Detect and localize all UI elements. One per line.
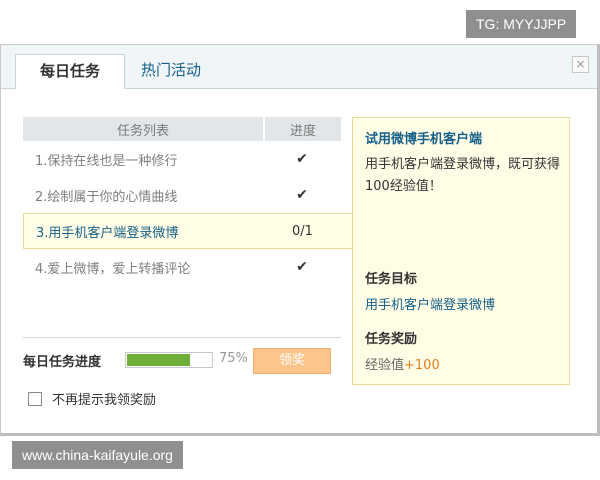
reward-line: 经验值+100: [365, 354, 440, 373]
check-icon: ✔: [296, 151, 308, 167]
daily-task-dialog: 每日任务 热门活动 × 任务列表 进度 1.保持在线也是一种修行 ✔ 2.绘制属…: [0, 44, 600, 436]
task-progress-count: 0/1: [292, 223, 313, 239]
check-icon: ✔: [296, 187, 308, 203]
tab-hot-events[interactable]: 热门活动: [141, 54, 201, 88]
task-table: 任务列表 进度 1.保持在线也是一种修行 ✔ 2.绘制属于你的心情曲线 ✔ 3.…: [23, 117, 353, 285]
reward-heading: 任务奖励: [365, 332, 418, 347]
detail-description: 用手机客户端登录微博，既可获得100经验值！: [365, 157, 561, 194]
task-name: 4.爱上微博，爱上转播评论: [35, 261, 191, 277]
header-task-list: 任务列表: [116, 123, 169, 139]
daily-progress-bar: [125, 352, 213, 368]
task-table-header: 任务列表 进度: [23, 117, 341, 141]
watermark-bottom: www.china-kaifayule.org: [12, 441, 183, 469]
task-row[interactable]: 1.保持在线也是一种修行 ✔: [23, 141, 341, 177]
tab-bar: 每日任务 热门活动 ×: [1, 45, 597, 89]
goal-link[interactable]: 用手机客户端登录微博: [365, 294, 495, 313]
goal-heading: 任务目标: [365, 272, 418, 287]
divider: [23, 337, 341, 338]
dont-remind-label: 不再提示我领奖励: [52, 393, 157, 408]
reward-amount: +100: [404, 358, 440, 373]
tab-daily-tasks[interactable]: 每日任务: [15, 54, 125, 89]
dont-remind-checkbox[interactable]: [28, 391, 42, 406]
daily-progress-percent: 75%: [219, 351, 248, 366]
task-name: 3.用手机客户端登录微博: [36, 225, 179, 241]
header-progress: 进度: [289, 123, 316, 139]
task-detail-panel: 试用微博手机客户端 用手机客户端登录微博，既可获得100经验值！ 任务目标 用手…: [352, 117, 570, 385]
task-row[interactable]: 2.绘制属于你的心情曲线 ✔: [23, 177, 341, 213]
claim-reward-button[interactable]: 领奖: [253, 348, 331, 374]
task-row-active[interactable]: 3.用手机客户端登录微博 0/1: [23, 213, 353, 249]
task-name: 2.绘制属于你的心情曲线: [35, 189, 178, 205]
task-row[interactable]: 4.爱上微博，爱上转播评论 ✔: [23, 249, 341, 285]
check-icon: ✔: [296, 259, 308, 275]
task-name: 1.保持在线也是一种修行: [35, 153, 178, 169]
detail-title: 试用微博手机客户端: [365, 132, 483, 147]
close-icon[interactable]: ×: [572, 56, 589, 73]
watermark-top: TG: MYYJJPP: [466, 10, 577, 38]
reward-label: 经验值: [365, 358, 405, 373]
daily-progress-label: 每日任务进度: [23, 355, 102, 370]
daily-progress-fill: [127, 354, 190, 366]
dont-remind-option[interactable]: 不再提示我领奖励: [28, 389, 156, 408]
